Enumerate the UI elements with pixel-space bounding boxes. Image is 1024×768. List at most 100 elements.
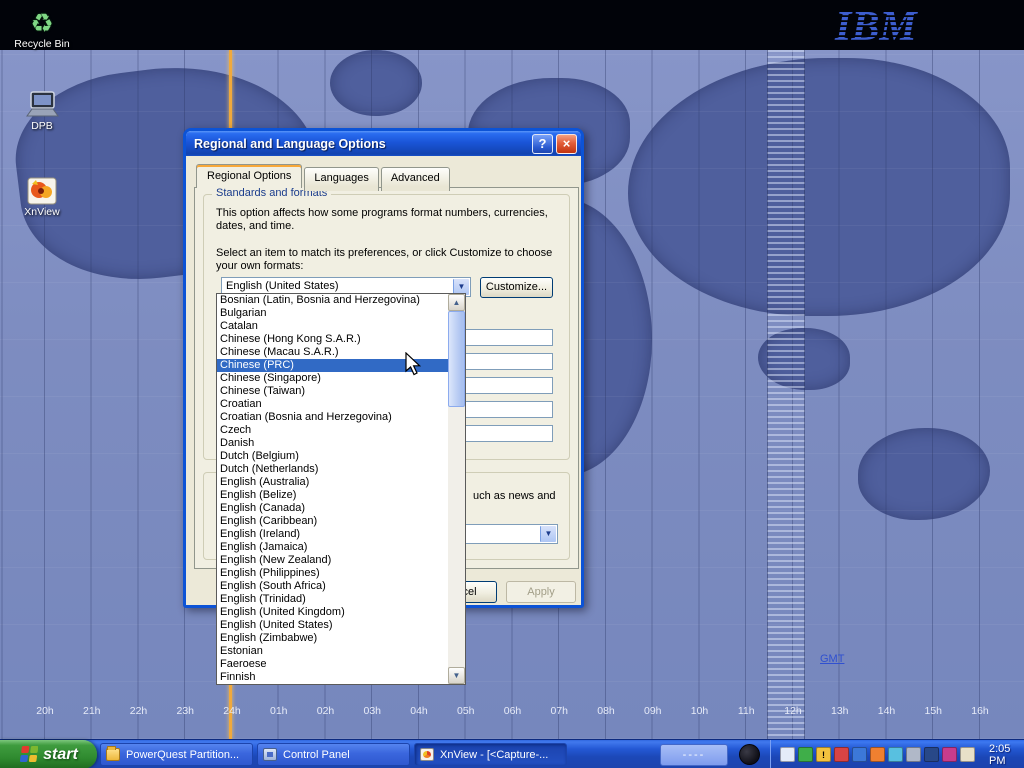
location-text-fragment: uch as news and: [473, 490, 556, 503]
start-button-label: start: [43, 746, 78, 764]
tray-icon[interactable]: [906, 747, 921, 762]
desktop-icon-label: DPB: [6, 120, 78, 132]
start-button[interactable]: start: [0, 740, 97, 768]
desktop-icon-xnview[interactable]: XnView: [6, 170, 78, 218]
hour-label: 16h: [967, 705, 993, 717]
tray-icon[interactable]: [924, 747, 939, 762]
hour-label: 15h: [920, 705, 946, 717]
laptop-icon: [6, 84, 78, 120]
language-combobox-value: English (United States): [226, 280, 450, 292]
taskbar-app-icon[interactable]: [739, 744, 760, 765]
standards-description: This option affects how some programs fo…: [216, 207, 558, 233]
language-option[interactable]: English (Philippines): [217, 567, 448, 580]
tray-icon[interactable]: [960, 747, 975, 762]
language-option[interactable]: Croatian (Bosnia and Herzegovina): [217, 411, 448, 424]
language-option[interactable]: Bosnian (Latin, Bosnia and Herzegovina): [217, 294, 448, 307]
hour-label: 20h: [32, 705, 58, 717]
folder-icon: [106, 748, 120, 761]
top-black-band: IBM: [0, 0, 1024, 50]
customize-button[interactable]: Customize...: [480, 277, 553, 298]
language-option[interactable]: English (New Zealand): [217, 554, 448, 567]
language-option[interactable]: English (Canada): [217, 502, 448, 515]
hour-label: 22h: [126, 705, 152, 717]
svg-text:IBM: IBM: [834, 4, 918, 48]
hour-label: 13h: [827, 705, 853, 717]
desktop-icon-dpb[interactable]: DPB: [6, 84, 78, 132]
desktop-icon-label: Recycle Bin: [6, 38, 78, 50]
windows-flag-icon: [19, 746, 38, 763]
tray-icon[interactable]: [798, 747, 813, 762]
tray-icon[interactable]: [942, 747, 957, 762]
hour-label: 08h: [593, 705, 619, 717]
language-option[interactable]: Danish: [217, 437, 448, 450]
language-option[interactable]: Estonian: [217, 645, 448, 658]
xnview-icon: [420, 748, 434, 761]
language-option[interactable]: Catalan: [217, 320, 448, 333]
language-option[interactable]: English (Belize): [217, 489, 448, 502]
hour-label: 05h: [453, 705, 479, 717]
language-option[interactable]: English (Australia): [217, 476, 448, 489]
dialog-tab[interactable]: Languages: [304, 167, 378, 191]
taskbar-task-button[interactable]: Control Panel: [257, 743, 410, 766]
task-label: XnView - [<Capture-...: [440, 749, 552, 761]
tray-icon[interactable]: [888, 747, 903, 762]
language-option[interactable]: Chinese (Taiwan): [217, 385, 448, 398]
task-label: Control Panel: [283, 749, 354, 761]
system-tray: ! 2:05 PM: [770, 740, 1024, 768]
language-option[interactable]: English (United Kingdom): [217, 606, 448, 619]
control-panel-icon: [263, 748, 277, 761]
language-dropdown-list: Bosnian (Latin, Bosnia and Herzegovina)B…: [216, 293, 466, 685]
scrollbar-thumb[interactable]: [448, 311, 465, 407]
standards-instruction: Select an item to match its preferences,…: [216, 247, 558, 273]
hour-label: 14h: [874, 705, 900, 717]
hour-label: 12h: [780, 705, 806, 717]
chevron-down-icon[interactable]: ▼: [540, 526, 556, 542]
dialog-tab[interactable]: Regional Options: [196, 164, 302, 188]
apply-button: Apply: [506, 581, 576, 603]
ibm-logo: IBM: [833, 2, 945, 51]
language-option[interactable]: Finnish: [217, 671, 448, 684]
help-button[interactable]: ?: [532, 134, 553, 154]
language-option[interactable]: Dutch (Netherlands): [217, 463, 448, 476]
language-option[interactable]: Croatian: [217, 398, 448, 411]
language-option[interactable]: English (United States): [217, 619, 448, 632]
taskbar-overflow-button[interactable]: ----: [660, 744, 728, 766]
hour-label: 02h: [313, 705, 339, 717]
desktop: 20h21h22h23h24h01h02h03h04h05h06h07h08h0…: [0, 0, 1024, 768]
tray-icon[interactable]: !: [816, 747, 831, 762]
language-option[interactable]: English (South Africa): [217, 580, 448, 593]
taskbar: start PowerQuest Partition... Control Pa…: [0, 739, 1024, 768]
language-option[interactable]: English (Caribbean): [217, 515, 448, 528]
language-option[interactable]: English (Ireland): [217, 528, 448, 541]
language-option[interactable]: English (Jamaica): [217, 541, 448, 554]
tray-icon[interactable]: [870, 747, 885, 762]
gmt-label: GMT: [820, 653, 844, 665]
taskbar-task-button[interactable]: PowerQuest Partition...: [100, 743, 253, 766]
tray-icon[interactable]: [780, 747, 795, 762]
language-option[interactable]: English (Trinidad): [217, 593, 448, 606]
dialog-tab[interactable]: Advanced: [381, 167, 450, 191]
desktop-icon-recycle-bin[interactable]: ♻ Recycle Bin: [6, 2, 78, 50]
language-option[interactable]: Chinese (Hong Kong S.A.R.): [217, 333, 448, 346]
language-option[interactable]: Dutch (Belgium): [217, 450, 448, 463]
scroll-down-icon[interactable]: ▼: [448, 667, 465, 684]
hour-label: 11h: [733, 705, 759, 717]
hour-label: 03h: [359, 705, 385, 717]
tray-icon[interactable]: [834, 747, 849, 762]
language-option[interactable]: Czech: [217, 424, 448, 437]
language-option[interactable]: Faeroese: [217, 658, 448, 671]
close-button[interactable]: ×: [556, 134, 577, 154]
task-label: PowerQuest Partition...: [126, 749, 243, 761]
scroll-up-icon[interactable]: ▲: [448, 294, 465, 311]
scrollbar[interactable]: ▲ ▼: [448, 294, 465, 684]
hour-label: 21h: [79, 705, 105, 717]
taskbar-clock[interactable]: 2:05 PM: [978, 743, 1024, 767]
language-option[interactable]: English (Zimbabwe): [217, 632, 448, 645]
language-option[interactable]: Bulgarian: [217, 307, 448, 320]
dialog-title-bar[interactable]: Regional and Language Options ? ×: [186, 131, 581, 156]
tray-icon[interactable]: [852, 747, 867, 762]
date-line-band: [767, 50, 805, 739]
hour-label: 06h: [500, 705, 526, 717]
hour-label: 10h: [687, 705, 713, 717]
taskbar-task-button[interactable]: XnView - [<Capture-...: [414, 743, 567, 766]
